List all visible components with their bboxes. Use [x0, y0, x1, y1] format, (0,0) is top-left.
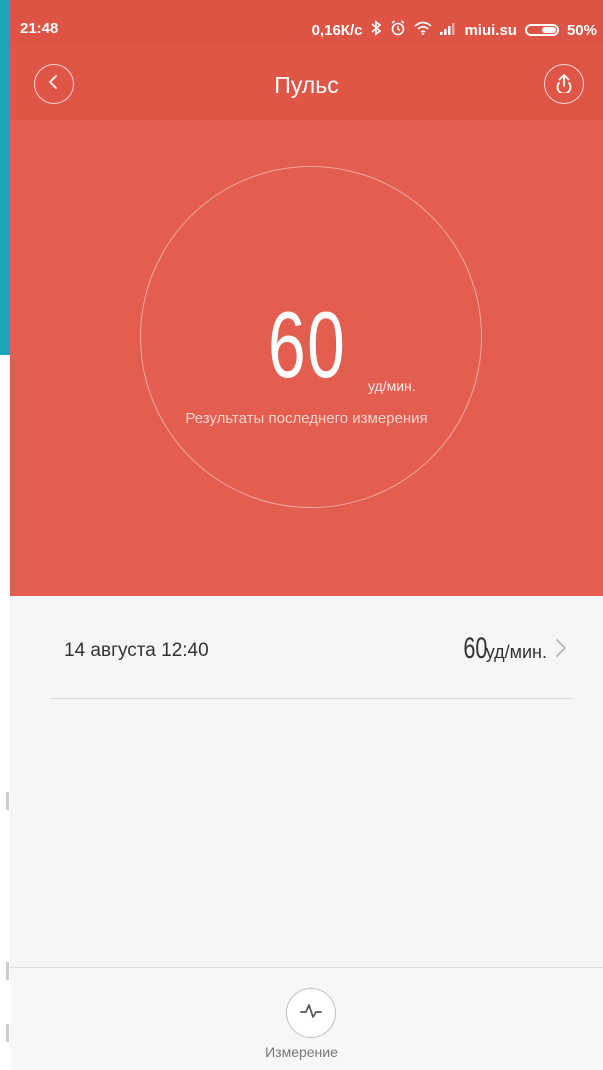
- network-speed: 0,16К/с: [311, 21, 363, 39]
- screen: 21:48 0,16К/с miui.su 50% Пульс 60 уд/ми…: [0, 0, 603, 1070]
- background-app-divider: [6, 792, 9, 810]
- last-measurement-panel: 60 уд/мин. Результаты последнего измерен…: [10, 120, 603, 596]
- chevron-right-icon: [555, 638, 567, 663]
- background-app-divider: [6, 1024, 9, 1042]
- battery-icon: [524, 24, 559, 36]
- background-app-strip: [0, 0, 10, 1070]
- status-bar: 21:48 0,16К/с miui.su 50%: [10, 0, 603, 44]
- upload-icon: [553, 71, 575, 98]
- record-unit: уд/мин.: [485, 642, 547, 662]
- record-heart-rate: 60: [463, 632, 488, 665]
- pulse-wave-icon: [299, 1001, 323, 1026]
- battery-percent: 50%: [566, 21, 597, 39]
- signal-icon: [440, 22, 456, 39]
- measure-button[interactable]: [286, 988, 336, 1038]
- heart-rate-value: 60: [268, 292, 347, 397]
- carrier-name: miui.su: [464, 21, 517, 39]
- bluetooth-icon: [370, 20, 382, 40]
- status-indicators: 0,16К/с miui.su 50%: [312, 20, 597, 40]
- alarm-icon: [390, 20, 406, 40]
- page-title: Пульс: [274, 72, 339, 98]
- heart-rate-unit: уд/мин.: [368, 378, 416, 394]
- wifi-icon: [414, 21, 432, 39]
- list-item[interactable]: 14 августа 12:40 60 уд/мин.: [50, 596, 573, 699]
- status-time: 21:48: [20, 20, 59, 37]
- header: Пульс: [10, 44, 603, 120]
- measure-label[interactable]: Измерение: [0, 1044, 603, 1060]
- share-button[interactable]: [544, 64, 584, 104]
- pulse-app: 21:48 0,16К/с miui.su 50% Пульс 60 уд/ми…: [10, 0, 603, 1070]
- record-value: 60 уд/мин.: [454, 632, 567, 666]
- record-date: 14 августа 12:40: [64, 640, 209, 661]
- last-measurement-label: Результаты последнего измерения: [185, 410, 428, 427]
- background-app-divider: [6, 962, 9, 980]
- background-app-teal-panel: [0, 0, 10, 355]
